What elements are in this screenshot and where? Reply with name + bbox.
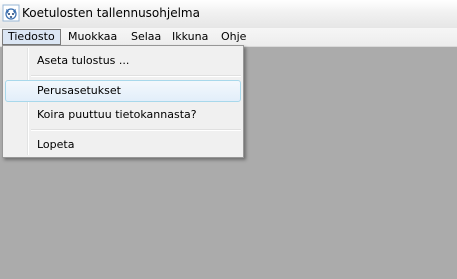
menu-muokkaa[interactable]: Muokkaa bbox=[63, 29, 122, 45]
menu-ohje[interactable]: Ohje bbox=[216, 29, 251, 45]
menu-item-perusasetukset[interactable]: Perusasetukset bbox=[5, 80, 241, 102]
title-bar: Koetulosten tallennusohjelma bbox=[0, 0, 457, 28]
menu-separator bbox=[31, 75, 241, 77]
menu-item-aseta-tulostus[interactable]: Aseta tulostus ... bbox=[5, 50, 241, 72]
menu-selaa[interactable]: Selaa bbox=[126, 29, 166, 45]
menu-ikkuna[interactable]: Ikkuna bbox=[167, 29, 213, 45]
window-title: Koetulosten tallennusohjelma bbox=[22, 6, 200, 20]
menu-tiedosto[interactable]: Tiedosto bbox=[2, 29, 61, 45]
dog-app-icon[interactable] bbox=[2, 4, 20, 22]
menu-item-koira-puuttuu[interactable]: Koira puuttuu tietokannasta? bbox=[5, 104, 241, 126]
menu-separator bbox=[31, 129, 241, 131]
file-menu-dropdown: Aseta tulostus ... Perusasetukset Koira … bbox=[2, 45, 244, 158]
menu-item-lopeta[interactable]: Lopeta bbox=[5, 134, 241, 156]
